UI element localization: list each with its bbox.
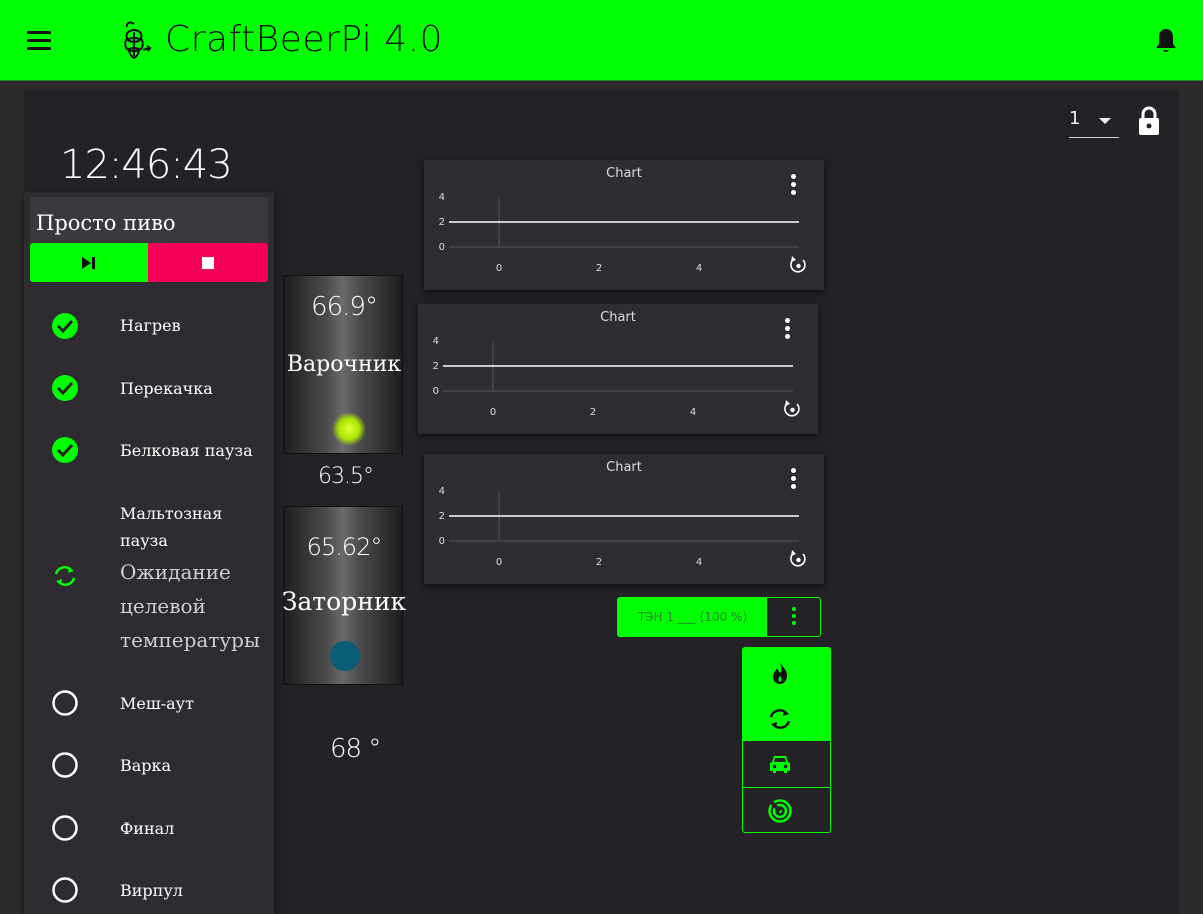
x-tick-label: 2: [596, 557, 602, 568]
recipe-title: Просто пиво: [36, 211, 176, 235]
check-circle-icon: [52, 375, 78, 401]
bell-icon[interactable]: [1153, 27, 1179, 55]
menu-icon[interactable]: [27, 31, 51, 51]
y-tick-label: 0: [439, 536, 445, 547]
check-circle-icon: [52, 313, 78, 339]
lock-icon[interactable]: [1137, 106, 1161, 136]
clock: 12:46:43: [60, 142, 233, 188]
step-label-line2: пауза: [120, 531, 168, 550]
reset-zoom-icon: [790, 550, 806, 567]
x-tick-label: 2: [596, 263, 602, 274]
dashboard-page-select[interactable]: 1: [1069, 102, 1119, 138]
divider: [743, 787, 830, 788]
y-tick-label: 4: [433, 336, 439, 347]
y-tick-label: 2: [433, 361, 439, 372]
kettle-widget[interactable]: 65.62° Заторник: [282, 506, 406, 685]
y-tick-label: 4: [439, 192, 445, 203]
flame-icon[interactable]: [767, 660, 793, 686]
step-status-line2: целевой: [120, 594, 206, 618]
circle-outline-icon: [52, 877, 78, 903]
x-tick-label: 4: [696, 557, 702, 568]
reset-zoom-icon: [790, 256, 806, 273]
step-label: Белковая пауза: [120, 441, 253, 460]
reset-zoom-arrow: [791, 550, 796, 556]
heater-light-icon: [330, 641, 360, 671]
reset-zoom-icon: [784, 400, 800, 417]
more-vert-icon[interactable]: [788, 468, 798, 492]
step-label: Варка: [120, 756, 172, 775]
hop-logo-icon: [124, 21, 152, 60]
car-icon[interactable]: [767, 752, 793, 778]
step-label: Перекачка: [120, 379, 213, 398]
steps-header: Просто пиво: [30, 197, 268, 243]
x-tick-label: 2: [590, 407, 596, 418]
circle-outline-icon: [52, 815, 78, 841]
stop-icon: [202, 256, 214, 269]
step-status-line1: Ожидание: [120, 560, 231, 584]
y-tick-label: 2: [439, 511, 445, 522]
check-circle-icon: [52, 437, 78, 463]
circle-outline-icon: [52, 690, 78, 716]
x-tick-label: 4: [690, 407, 696, 418]
target-icon[interactable]: [767, 798, 793, 824]
x-tick-label: 0: [496, 263, 502, 274]
reset-zoom-dot: [790, 407, 795, 413]
mode-panel: [742, 647, 831, 833]
sync-icon: [54, 566, 76, 586]
reset-zoom-arrow: [785, 400, 790, 406]
chart-card[interactable]: Chart 024024: [418, 304, 818, 434]
kettle-name: Заторник: [281, 587, 407, 616]
y-tick-label: 2: [439, 217, 445, 228]
steps-panel: Просто пиво Нагрев Перекачка Белковая па…: [24, 192, 274, 914]
step-label: Меш-аут: [120, 694, 194, 713]
reset-zoom-dot: [796, 557, 801, 563]
kettle-temp: 66.9°: [311, 292, 378, 322]
x-tick-label: 0: [496, 557, 502, 568]
app-title: CraftBeerPi 4.0: [165, 19, 443, 60]
chart-card[interactable]: Chart 024024: [424, 160, 824, 290]
skip-next-icon: [82, 256, 95, 269]
y-tick-label: 0: [439, 242, 445, 253]
next-step-button[interactable]: [30, 243, 148, 282]
step-label: Мальтозная: [120, 504, 223, 523]
kettle-widget[interactable]: 66.9° Варочник: [283, 275, 403, 454]
kettle-temp: 65.62°: [306, 533, 383, 561]
x-tick-label: 4: [696, 263, 702, 274]
stop-button[interactable]: [148, 243, 268, 282]
reset-zoom-dot: [796, 263, 801, 269]
app-bar: CraftBeerPi 4.0: [0, 0, 1203, 81]
reset-zoom-arrow: [791, 256, 796, 262]
chart-plot: 0 2 4 0 2 4: [439, 192, 806, 274]
sync-icon[interactable]: [767, 706, 793, 732]
heater-light-icon: [332, 412, 366, 446]
circle-outline-icon: [52, 752, 78, 778]
sensor-value: 63.5°: [318, 464, 374, 489]
step-label: Вирпул: [120, 881, 183, 900]
caret-down-icon: [1099, 118, 1111, 124]
step-label: Финал: [120, 819, 175, 838]
chart-plot: 0 2 4 0 2 4: [433, 336, 800, 418]
y-tick-label: 0: [433, 386, 439, 397]
chart-card[interactable]: Chart 024024: [424, 454, 824, 584]
kettle-name: Варочник: [286, 352, 402, 377]
actor-toggle-button[interactable]: ТЭН 1 ___ (100 %): [618, 598, 767, 636]
actor-widget: ТЭН 1 ___ (100 %): [617, 597, 821, 637]
step-status-line3: температуры: [120, 628, 260, 652]
more-vert-icon[interactable]: [790, 607, 798, 629]
more-vert-icon[interactable]: [788, 174, 798, 198]
more-vert-icon[interactable]: [782, 318, 792, 342]
page-select-value: 1: [1069, 108, 1081, 129]
chart-plot: 0 2 4 0 2 4: [439, 486, 806, 568]
y-tick-label: 4: [439, 486, 445, 497]
x-tick-label: 0: [490, 407, 496, 418]
step-label: Нагрев: [120, 316, 181, 335]
sensor-value: 68 °: [330, 734, 381, 764]
